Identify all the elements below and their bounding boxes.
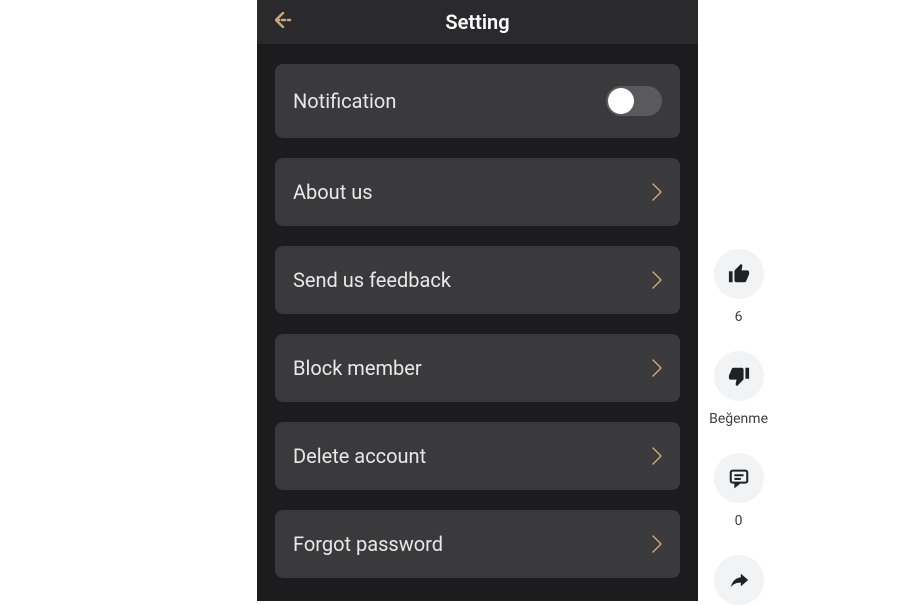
dislike-label: Beğenme (709, 411, 768, 427)
setting-label: Send us feedback (293, 268, 451, 292)
back-button[interactable] (275, 12, 299, 32)
share-icon (728, 569, 750, 591)
page-title: Setting (445, 10, 509, 34)
thumbs-down-icon (728, 365, 750, 387)
chevron-right-icon (652, 271, 662, 289)
setting-notification[interactable]: Notification (275, 64, 680, 138)
notification-toggle[interactable] (606, 86, 662, 116)
dislike-button[interactable] (714, 351, 764, 401)
like-count: 6 (735, 309, 743, 325)
comment-action-item: 0 (714, 453, 764, 529)
settings-list: Notification About us Send us feedback B (257, 44, 698, 578)
chevron-right-icon (652, 359, 662, 377)
sidebar-actions: 6 Beğenme 0 (709, 249, 768, 605)
phone-frame: Setting Notification About us Send us fe… (257, 0, 698, 601)
like-action-item: 6 (714, 249, 764, 325)
toggle-knob (608, 88, 634, 114)
setting-delete-account[interactable]: Delete account (275, 422, 680, 490)
comment-icon (728, 467, 750, 489)
setting-label: Notification (293, 89, 396, 113)
thumbs-up-icon (728, 263, 750, 285)
setting-label: Forgot password (293, 532, 443, 556)
chevron-right-icon (652, 183, 662, 201)
header: Setting (257, 0, 698, 44)
setting-forgot-password[interactable]: Forgot password (275, 510, 680, 578)
setting-label: Block member (293, 356, 422, 380)
setting-feedback[interactable]: Send us feedback (275, 246, 680, 314)
chevron-right-icon (652, 447, 662, 465)
setting-about-us[interactable]: About us (275, 158, 680, 226)
setting-label: About us (293, 180, 373, 204)
like-button[interactable] (714, 249, 764, 299)
back-arrow-icon (275, 12, 299, 28)
comment-button[interactable] (714, 453, 764, 503)
dislike-action-item: Beğenme (709, 351, 768, 427)
setting-label: Delete account (293, 444, 426, 468)
chevron-right-icon (652, 535, 662, 553)
comment-count: 0 (735, 513, 743, 529)
share-button[interactable] (714, 555, 764, 605)
setting-block-member[interactable]: Block member (275, 334, 680, 402)
share-action-item (714, 555, 764, 605)
